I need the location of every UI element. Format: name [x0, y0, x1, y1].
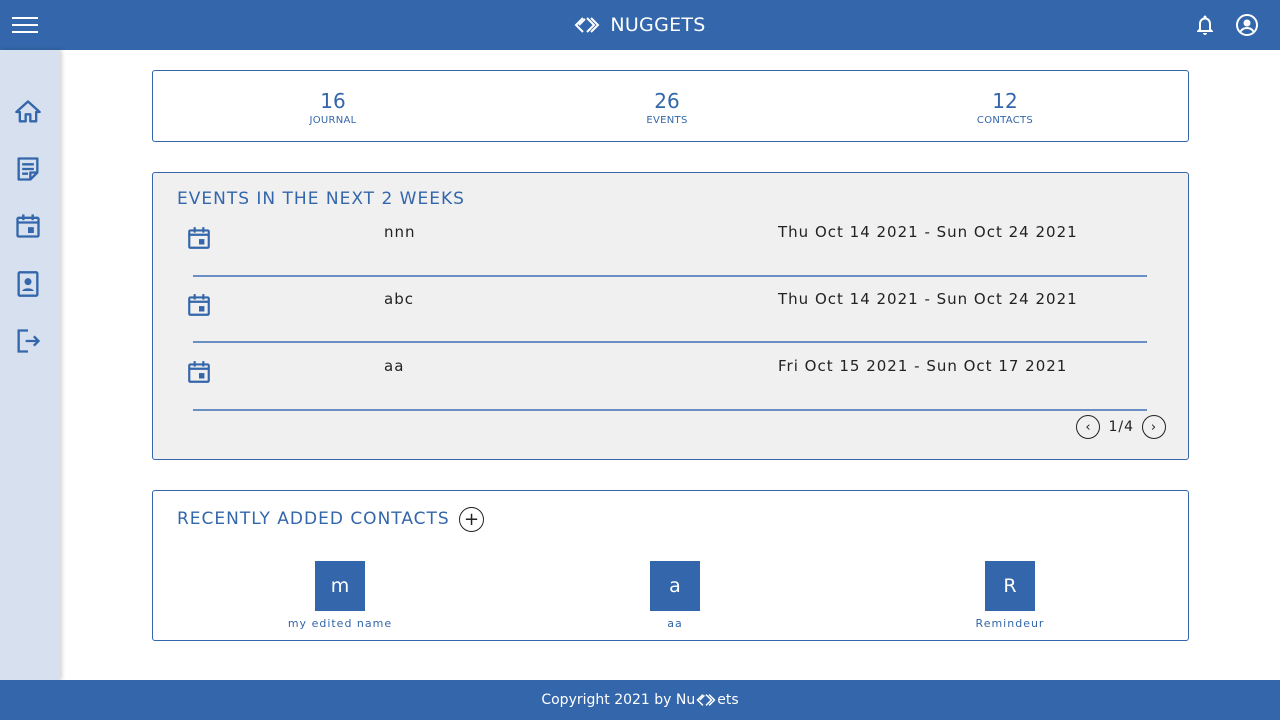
- sidebar: [0, 50, 60, 680]
- calendar-icon: [188, 294, 210, 316]
- footer: Copyright 2021 by Nu ets: [0, 680, 1280, 720]
- stat-label: CONTACTS: [976, 115, 1034, 126]
- contact-card-icon[interactable]: [14, 270, 42, 298]
- avatar: m: [315, 561, 365, 611]
- contact-item[interactable]: m my edited name: [270, 561, 410, 630]
- stat-value: 26: [654, 89, 680, 113]
- stat-label: JOURNAL: [309, 115, 357, 126]
- bell-icon[interactable]: [1193, 13, 1217, 37]
- contact-item[interactable]: a aa: [605, 561, 745, 630]
- event-dates: Fri Oct 15 2021 - Sun Oct 17 2021: [778, 357, 1068, 375]
- avatar: R: [985, 561, 1035, 611]
- event-name: aa: [384, 357, 405, 375]
- prev-page-button[interactable]: ‹: [1076, 415, 1101, 439]
- stat-value: 12: [992, 89, 1018, 113]
- contacts-card: RECENTLY ADDED CONTACTS + m my edited na…: [152, 490, 1189, 641]
- event-name: abc: [384, 290, 414, 308]
- events-title: EVENTS IN THE NEXT 2 WEEKS: [177, 189, 465, 209]
- stat-journal[interactable]: 16 JOURNAL: [263, 89, 403, 126]
- events-card: EVENTS IN THE NEXT 2 WEEKS nnn Thu Oct 1…: [152, 172, 1189, 460]
- home-icon[interactable]: [14, 98, 42, 126]
- contact-name: Remindeur: [975, 617, 1045, 630]
- copyright-suffix: ets: [717, 692, 739, 708]
- stat-value: 16: [320, 89, 346, 113]
- note-icon[interactable]: [14, 155, 42, 183]
- brand[interactable]: NUGGETS: [0, 0, 1280, 50]
- event-row[interactable]: nnn Thu Oct 14 2021 - Sun Oct 24 2021: [188, 215, 1147, 277]
- next-page-button[interactable]: ›: [1142, 415, 1166, 439]
- account-icon[interactable]: [1235, 13, 1259, 37]
- add-contact-button[interactable]: +: [459, 507, 484, 532]
- top-app-bar: NUGGETS: [0, 0, 1280, 50]
- copyright-text: Copyright 2021 by Nu ets: [541, 692, 738, 708]
- calendar-icon: [188, 227, 210, 249]
- events-pager: ‹ 1/4 ›: [1076, 415, 1166, 439]
- app-title: NUGGETS: [610, 14, 706, 36]
- page-indicator: 1/4: [1108, 419, 1134, 435]
- stat-contacts[interactable]: 12 CONTACTS: [935, 89, 1075, 126]
- event-row[interactable]: aa Fri Oct 15 2021 - Sun Oct 17 2021: [188, 349, 1147, 411]
- contact-name: my edited name: [287, 617, 393, 630]
- contact-item[interactable]: R Remindeur: [940, 561, 1080, 630]
- nuggets-logo-icon: [696, 694, 716, 706]
- calendar-icon: [188, 361, 210, 383]
- contacts-title: RECENTLY ADDED CONTACTS: [177, 509, 450, 529]
- event-dates: Thu Oct 14 2021 - Sun Oct 24 2021: [778, 290, 1078, 308]
- event-row[interactable]: abc Thu Oct 14 2021 - Sun Oct 24 2021: [188, 282, 1147, 343]
- calendar-icon[interactable]: [14, 212, 42, 240]
- event-dates: Thu Oct 14 2021 - Sun Oct 24 2021: [778, 223, 1078, 241]
- avatar: a: [650, 561, 700, 611]
- copyright-prefix: Copyright 2021 by Nu: [541, 692, 696, 708]
- logout-icon[interactable]: [14, 327, 42, 355]
- stat-label: EVENTS: [646, 115, 688, 126]
- contact-name: aa: [667, 617, 683, 630]
- nuggets-logo-icon: [574, 17, 600, 33]
- event-name: nnn: [384, 223, 416, 241]
- stat-events[interactable]: 26 EVENTS: [597, 89, 737, 126]
- stats-card: 16 JOURNAL 26 EVENTS 12 CONTACTS: [152, 70, 1189, 142]
